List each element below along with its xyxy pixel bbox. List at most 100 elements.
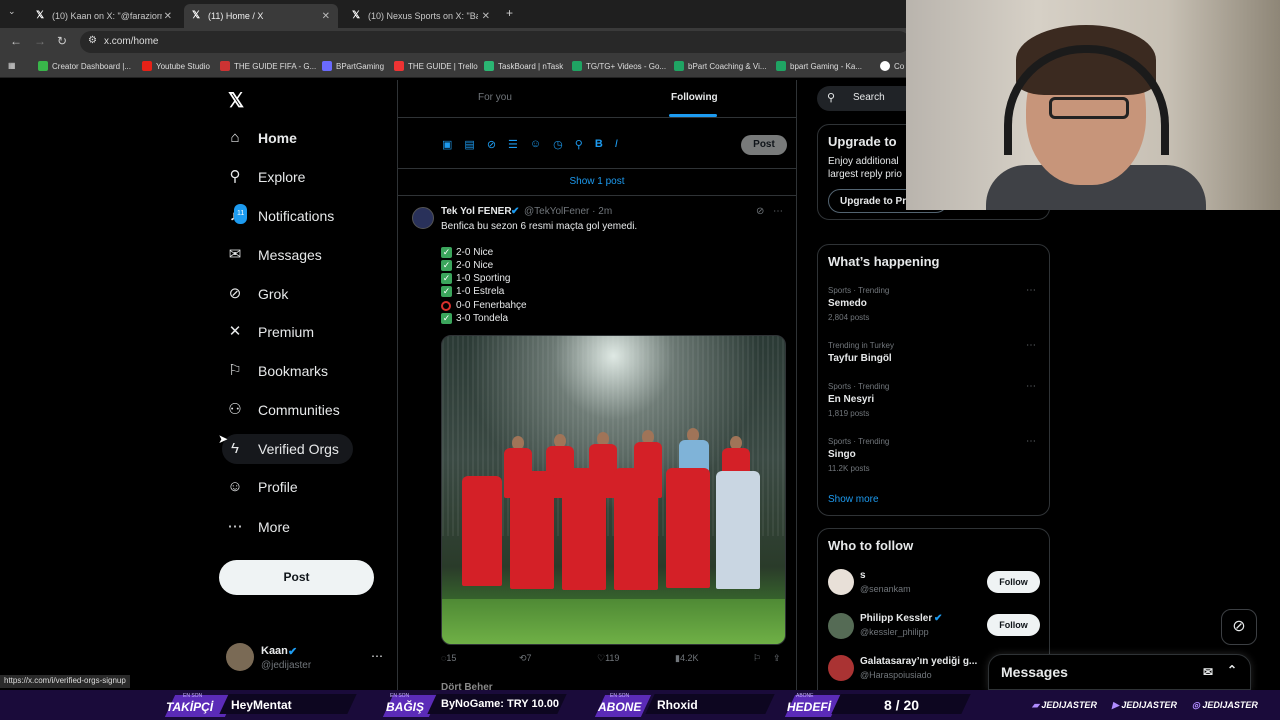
nav-bookmarks[interactable]: ⚐ Bookmarks <box>226 356 328 386</box>
views-button[interactable]: ▮ 4.2K <box>675 653 698 664</box>
more-options-icon[interactable]: ⋯ <box>1026 381 1036 392</box>
nav-grok[interactable]: ⊘ Grok <box>226 279 289 309</box>
poll-icon[interactable]: ☰ <box>508 138 518 151</box>
browser-tab[interactable]: 𝕏 (10) Kaan on X: "@faraziornek I ✕ <box>28 4 180 28</box>
reply-button[interactable]: ◌ 15 <box>441 653 456 663</box>
new-tab-icon[interactable]: + <box>506 6 513 20</box>
grok-icon[interactable]: ⊘ <box>756 206 764 217</box>
tab-for-you[interactable]: For you <box>478 92 512 103</box>
goal-label: HEDEFİ <box>787 700 832 714</box>
like-button[interactable]: ♡ 119 <box>597 653 619 664</box>
bold-icon[interactable]: B <box>595 138 603 151</box>
schedule-icon[interactable]: ◷ <box>553 138 563 151</box>
bookmark-item[interactable]: bPart Coaching & Vi... <box>674 61 767 71</box>
more-options-icon[interactable]: ⋯ <box>1026 285 1036 296</box>
more-options-icon[interactable]: ⋯ <box>773 206 783 217</box>
next-tweet-author[interactable]: Dört Beher <box>441 682 493 690</box>
bookmark-item[interactable]: BPartGaming <box>322 61 384 71</box>
nav-notifications[interactable]: ♫11 Notifications <box>226 201 334 231</box>
back-icon[interactable]: ← <box>10 34 22 48</box>
tab-list-icon[interactable]: ⌄ <box>8 6 16 17</box>
show-new-posts[interactable]: Show 1 post <box>398 168 796 196</box>
tab-following[interactable]: Following <box>671 92 718 103</box>
nav-label: Messages <box>258 247 322 263</box>
site-info-icon[interactable]: ⚙ <box>88 35 97 46</box>
list-item: ✓ 2-0 Nice <box>441 260 493 271</box>
nav-explore[interactable]: ⚲ Explore <box>226 162 306 192</box>
grok-icon[interactable]: ⊘ <box>487 138 496 151</box>
nav-premium[interactable]: ✕ Premium <box>226 317 314 347</box>
trend-name[interactable]: Semedo <box>828 298 867 309</box>
mouse-cursor-icon: ➤ <box>218 432 229 446</box>
avatar[interactable] <box>412 207 434 229</box>
nav-communities[interactable]: ⚇ Communities <box>226 395 339 425</box>
suggested-user-name[interactable]: Philipp Kessler <box>860 613 932 624</box>
messages-drawer[interactable]: Messages ✉ ⌃ <box>988 654 1251 690</box>
check-icon: ✓ <box>441 313 452 324</box>
bookmark-item[interactable]: THE GUIDE FIFA - G... <box>220 61 316 71</box>
avatar[interactable] <box>828 655 854 681</box>
bookmark-item[interactable]: bpart Gaming - Ka... <box>776 61 862 71</box>
apps-icon[interactable]: ▦ <box>8 61 16 70</box>
bookmark-item[interactable]: Youtube Studio <box>142 61 210 71</box>
account-switcher[interactable]: Kaan ✔ @jedijaster ⋯ <box>226 643 386 675</box>
nav-profile[interactable]: ☺ Profile <box>226 472 297 502</box>
timeline-tabs: For you Following <box>398 80 796 118</box>
forward-icon[interactable]: → <box>34 34 46 48</box>
show-more-link[interactable]: Show more <box>828 494 879 505</box>
nav-verified-orgs[interactable]: ϟ Verified Orgs <box>222 434 353 464</box>
suggested-user-name[interactable]: s <box>860 570 866 581</box>
list-item: ✓ 3-0 Tondela <box>441 313 508 324</box>
more-options-icon[interactable]: ⋯ <box>371 649 383 663</box>
italic-icon[interactable]: I <box>615 138 618 151</box>
post-button[interactable]: Post <box>219 560 374 595</box>
nav-home[interactable]: ⌂ Home <box>226 123 296 153</box>
people-icon: ⚇ <box>228 401 242 418</box>
repost-button[interactable]: ⟲ 7 <box>519 653 532 664</box>
browser-tab[interactable]: 𝕏 (10) Nexus Sports on X: "Barış A ✕ <box>344 4 498 28</box>
tab-title: (10) Kaan on X: "@faraziornek I <box>52 11 162 21</box>
avatar[interactable] <box>828 569 854 595</box>
close-tab-icon[interactable]: ✕ <box>164 11 172 22</box>
gif-icon[interactable]: ▤ <box>464 138 474 151</box>
suggested-user-name[interactable]: Galatasaray’ın yediği g... <box>860 656 977 667</box>
nav-more[interactable]: ⋯ More <box>226 512 290 542</box>
x-logo-icon[interactable]: 𝕏 <box>228 88 244 113</box>
tweet-author-handle[interactable]: @TekYolFener · 2m <box>524 206 612 217</box>
sub-small-label: EN SON <box>610 693 630 699</box>
trends-panel: What’s happening Sports · Trending Semed… <box>817 244 1050 516</box>
trend-name[interactable]: En Nesyri <box>828 394 874 405</box>
reload-icon[interactable]: ↻ <box>57 34 67 48</box>
more-options-icon[interactable]: ⋯ <box>1026 436 1036 447</box>
browser-tab-active[interactable]: 𝕏 (11) Home / X ✕ <box>184 4 338 28</box>
new-message-icon[interactable]: ✉ <box>1203 665 1213 679</box>
follow-button[interactable]: Follow <box>987 614 1040 636</box>
image-icon[interactable]: ▣ <box>442 138 452 151</box>
location-icon[interactable]: ⚲ <box>575 138 583 151</box>
url-input[interactable]: ⚙ x.com/home <box>80 31 910 53</box>
bookmark-label: Youtube Studio <box>156 62 210 71</box>
close-tab-icon[interactable]: ✕ <box>482 11 490 22</box>
bookmark-item[interactable]: TaskBoard | nTask <box>484 61 563 71</box>
bookmark-icon[interactable]: ⚐ <box>753 653 761 664</box>
trend-name[interactable]: Singo <box>828 449 856 460</box>
nav-messages[interactable]: ✉ Messages <box>226 240 322 270</box>
avatar[interactable] <box>828 613 854 639</box>
tweet-image[interactable] <box>441 335 786 645</box>
close-tab-icon[interactable]: ✕ <box>322 11 330 22</box>
reply-count: 15 <box>446 653 457 663</box>
expand-icon[interactable]: ⌃ <box>1227 663 1237 677</box>
follow-button[interactable]: Follow <box>987 571 1040 593</box>
trend-name[interactable]: Tayfur Bingöl <box>828 353 892 364</box>
bookmark-item[interactable]: Co <box>880 61 904 71</box>
bookmark-item[interactable]: THE GUIDE | Trello <box>394 61 478 71</box>
emoji-icon[interactable]: ☺ <box>530 138 541 151</box>
bookmark-item[interactable]: TG/TG+ Videos - Go... <box>572 61 666 71</box>
composer-post-button[interactable]: Post <box>741 135 787 155</box>
more-options-icon[interactable]: ⋯ <box>1026 340 1036 351</box>
bookmark-item[interactable]: Creator Dashboard |... <box>38 61 131 71</box>
share-icon[interactable]: ⇪ <box>773 653 781 664</box>
grok-floating-button[interactable]: ⊘ <box>1221 609 1257 645</box>
tweet-author-name[interactable]: Tek Yol FENER <box>441 206 512 217</box>
donation-label: BAĞIŞ <box>386 700 425 714</box>
